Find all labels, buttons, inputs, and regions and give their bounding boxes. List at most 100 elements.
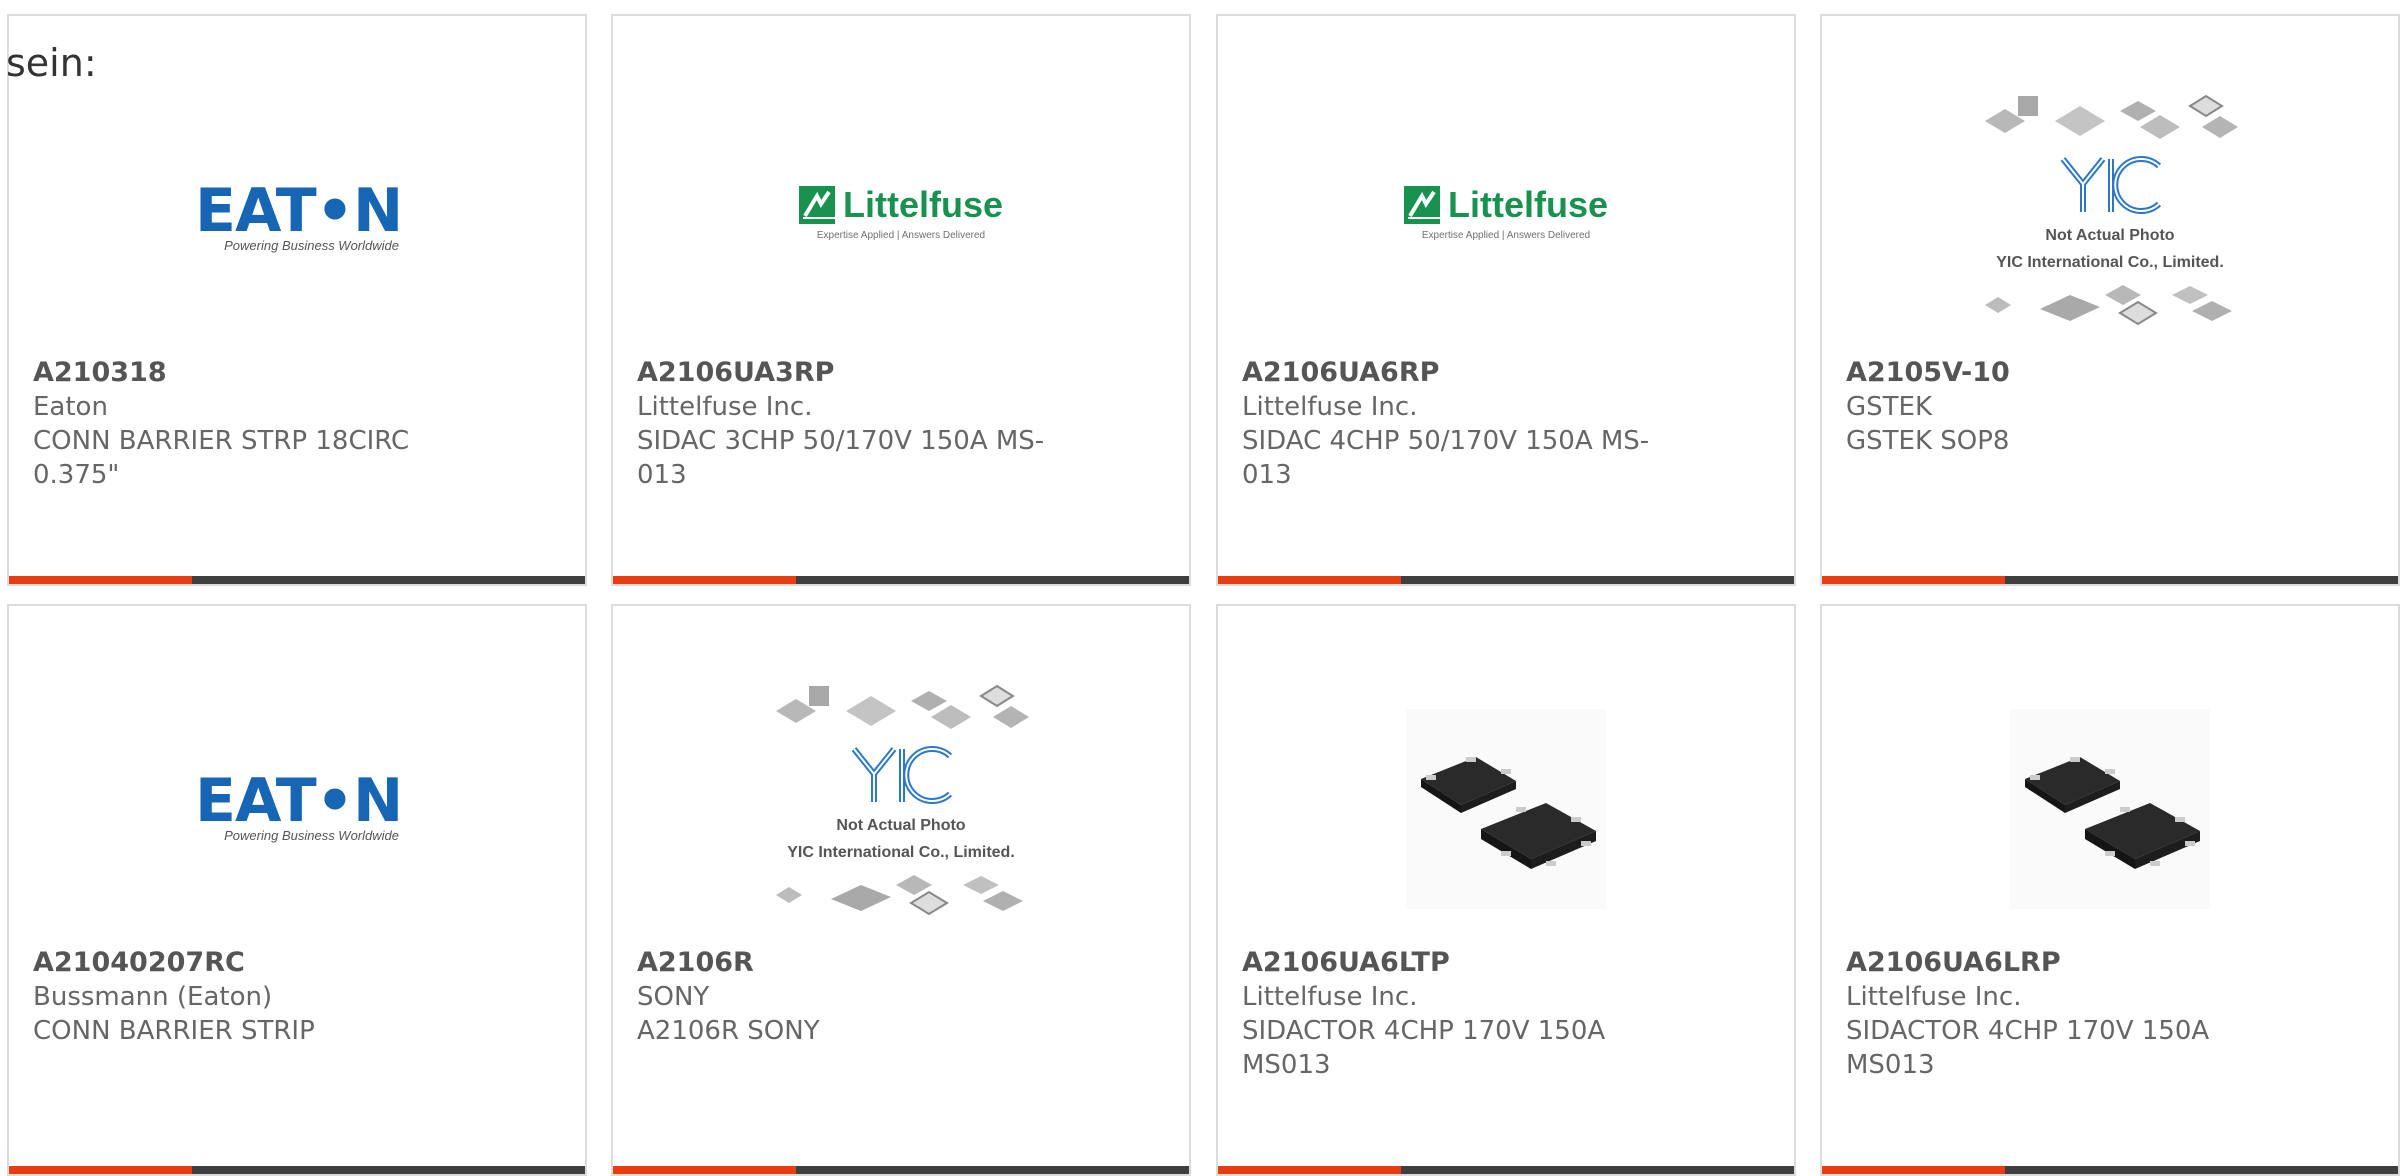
manufacturer-name: GSTEK: [1846, 392, 1933, 422]
chip-packages-icon: [1980, 281, 2240, 331]
littelfuse-wordmark: Littelfuse: [1447, 184, 1608, 225]
card-footer-bar: [9, 576, 585, 584]
product-image[interactable]: EAT•N Powering Business Worldwide: [9, 96, 585, 346]
product-description: CONN BARRIER STRIP: [33, 1016, 315, 1046]
littelfuse-logo: Littelfuse Expertise Applied | Answers De…: [799, 186, 1003, 256]
part-number-link[interactable]: A210318: [33, 356, 561, 390]
littelfuse-logo: Littelfuse Expertise Applied | Answers De…: [1404, 186, 1608, 256]
product-image[interactable]: [1822, 686, 2398, 936]
placeholder-caption: Not Actual Photo: [836, 817, 966, 834]
eaton-logo-tagline: Powering Business Worldwide: [224, 828, 399, 843]
product-description: CONN BARRIER STRP 18CIRC 0.375": [33, 426, 410, 490]
product-image[interactable]: Littelfuse Expertise Applied | Answers De…: [613, 96, 1189, 346]
placeholder-company: YIC International Co., Limited.: [1996, 254, 2224, 271]
product-description: GSTEK SOP8: [1846, 426, 2010, 456]
chip-packages-icon: [1980, 91, 2240, 145]
product-description: SIDAC 4CHP 50/170V 150A MS-013: [1242, 426, 1650, 490]
card-footer-rest: [1401, 576, 1794, 584]
card-footer-accent: [1822, 1166, 2005, 1174]
product-info: A2106R SONY A2106R SONY: [637, 946, 1165, 1048]
part-number-link[interactable]: A21040207RC: [33, 946, 561, 980]
placeholder-company: YIC International Co., Limited.: [787, 844, 1015, 861]
product-image[interactable]: [1218, 686, 1794, 936]
littelfuse-tagline: Expertise Applied | Answers Delivered: [816, 230, 986, 241]
product-description: SIDAC 3CHP 50/170V 150A MS-013: [637, 426, 1045, 490]
manufacturer-name: Littelfuse Inc.: [1242, 982, 1418, 1012]
part-number-link[interactable]: A2105V-10: [1846, 356, 2374, 390]
part-number-link[interactable]: A2106UA6RP: [1242, 356, 1770, 390]
product-card[interactable]: A2106UA6LRP Littelfuse Inc. SIDACTOR 4CHP …: [1820, 604, 2400, 1176]
card-footer-bar: [1218, 1166, 1794, 1174]
chip-packages-icon: [771, 681, 1031, 735]
chip-photo-icon: [2010, 709, 2210, 913]
yic-logo-icon: [846, 744, 956, 808]
manufacturer-name: SONY: [637, 982, 710, 1012]
chip-packages-icon: [771, 871, 1031, 921]
product-image[interactable]: Littelfuse Expertise Applied | Answers De…: [1218, 96, 1794, 346]
card-footer-accent: [1822, 576, 2005, 584]
card-footer-bar: [9, 1166, 585, 1174]
yic-logo-icon: [2055, 154, 2165, 218]
card-footer-bar: [1822, 1166, 2398, 1174]
product-info: A2106UA3RP Littelfuse Inc. SIDAC 3CHP 50/1…: [637, 356, 1165, 492]
card-footer-rest: [192, 576, 585, 584]
littelfuse-tagline: Expertise Applied | Answers Delivered: [1421, 230, 1591, 241]
product-card[interactable]: A2106UA6LTP Littelfuse Inc. SIDACTOR 4CHP …: [1216, 604, 1796, 1176]
card-footer-accent: [9, 576, 192, 584]
product-card[interactable]: Not Actual Photo YIC International Co., L…: [611, 604, 1191, 1176]
card-footer-bar: [1218, 576, 1794, 584]
card-footer-accent: [9, 1166, 192, 1174]
product-card[interactable]: EAT•N Powering Business Worldwide A210318 E…: [7, 14, 587, 586]
card-footer-bar: [613, 576, 1189, 584]
card-footer-rest: [192, 1166, 585, 1174]
product-info: A2106UA6RP Littelfuse Inc. SIDAC 4CHP 50/1…: [1242, 356, 1770, 492]
product-description: SIDACTOR 4CHP 170V 150A MS013: [1242, 1016, 1606, 1080]
littelfuse-mark-icon: [799, 186, 839, 224]
card-footer-accent: [613, 576, 796, 584]
eaton-logo-word: EAT•N: [195, 176, 403, 246]
product-card[interactable]: Not Actual Photo YIC International Co., L…: [1820, 14, 2400, 586]
littelfuse-wordmark: Littelfuse: [842, 184, 1003, 225]
manufacturer-name: Littelfuse Inc.: [1846, 982, 2022, 1012]
manufacturer-name: Littelfuse Inc.: [637, 392, 813, 422]
intro-text: sein:: [6, 41, 97, 85]
product-info: A2106UA6LRP Littelfuse Inc. SIDACTOR 4CHP …: [1846, 946, 2374, 1082]
card-footer-rest: [796, 576, 1189, 584]
chip-photo-icon: [1406, 709, 1606, 913]
product-info: A2105V-10 GSTEK GSTEK SOP8: [1846, 356, 2374, 458]
card-footer-rest: [2005, 1166, 2398, 1174]
manufacturer-name: Littelfuse Inc.: [1242, 392, 1418, 422]
part-number-link[interactable]: A2106UA6LTP: [1242, 946, 1770, 980]
card-footer-rest: [2005, 576, 2398, 584]
part-number-link[interactable]: A2106UA6LRP: [1846, 946, 2374, 980]
card-footer-bar: [1822, 576, 2398, 584]
product-info: A2106UA6LTP Littelfuse Inc. SIDACTOR 4CHP …: [1242, 946, 1770, 1082]
eaton-logo: EAT•N Powering Business Worldwide: [195, 176, 403, 256]
littelfuse-mark-icon: [1404, 186, 1444, 224]
manufacturer-name: Bussmann (Eaton): [33, 982, 273, 1012]
product-card[interactable]: EAT•N Powering Business Worldwide A2104020…: [7, 604, 587, 1176]
eaton-logo-word: EAT•N: [195, 766, 403, 836]
card-footer-rest: [796, 1166, 1189, 1174]
yic-placeholder-image: Not Actual Photo YIC International Co., L…: [1975, 91, 2245, 331]
card-footer-bar: [613, 1166, 1189, 1174]
product-info: A210318 Eaton CONN BARRIER STRP 18CIRC 0.3…: [33, 356, 561, 492]
product-description: A2106R SONY: [637, 1016, 820, 1046]
product-description: SIDACTOR 4CHP 170V 150A MS013: [1846, 1016, 2210, 1080]
product-card[interactable]: Littelfuse Expertise Applied | Answers De…: [1216, 14, 1796, 586]
product-info: A21040207RC Bussmann (Eaton) CONN BARRIER …: [33, 946, 561, 1048]
product-grid: EAT•N Powering Business Worldwide A210318 E…: [0, 0, 2400, 1176]
manufacturer-name: Eaton: [33, 392, 108, 422]
card-footer-rest: [1401, 1166, 1794, 1174]
part-number-link[interactable]: A2106UA3RP: [637, 356, 1165, 390]
placeholder-caption: Not Actual Photo: [2045, 227, 2175, 244]
product-image[interactable]: EAT•N Powering Business Worldwide: [9, 686, 585, 936]
product-image[interactable]: Not Actual Photo YIC International Co., L…: [613, 676, 1189, 926]
part-number-link[interactable]: A2106R: [637, 946, 1165, 980]
eaton-logo-tagline: Powering Business Worldwide: [224, 238, 399, 253]
card-footer-accent: [1218, 576, 1401, 584]
product-image[interactable]: Not Actual Photo YIC International Co., L…: [1822, 86, 2398, 336]
card-footer-accent: [1218, 1166, 1401, 1174]
eaton-logo: EAT•N Powering Business Worldwide: [195, 766, 403, 846]
product-card[interactable]: Littelfuse Expertise Applied | Answers De…: [611, 14, 1191, 586]
